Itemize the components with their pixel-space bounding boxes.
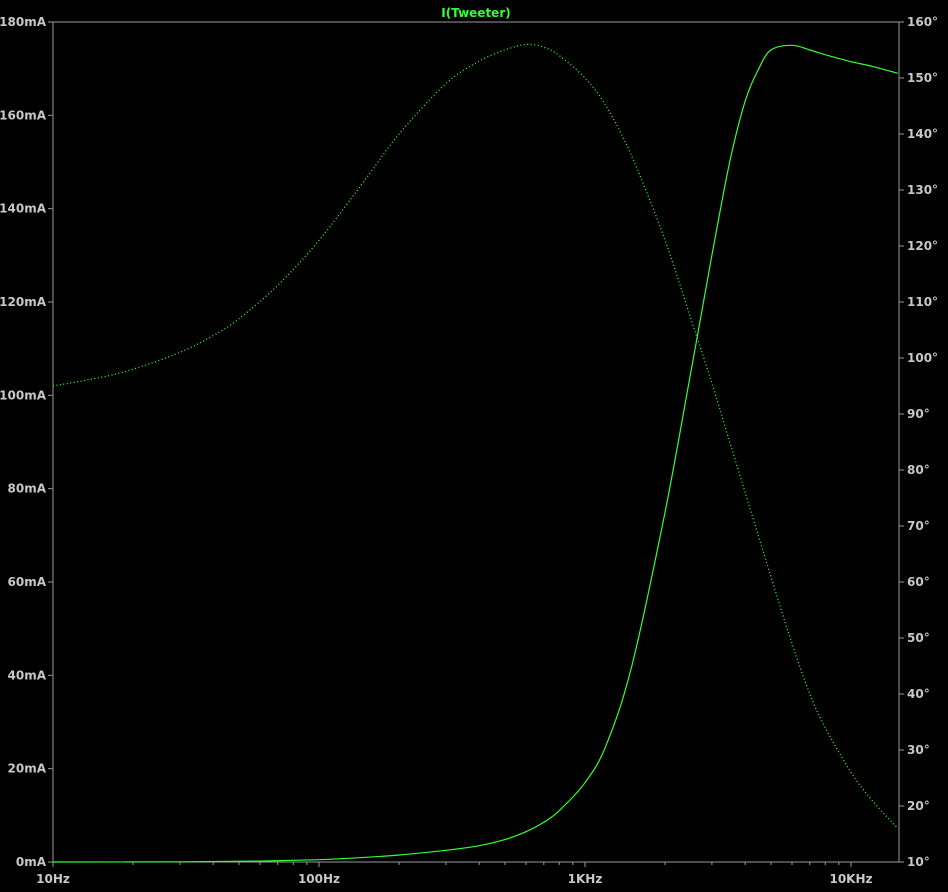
y-right-tick-label: 20° xyxy=(907,799,930,813)
y-right-tick-label: 160° xyxy=(907,15,938,29)
y-left-tick-label: 40mA xyxy=(8,668,47,682)
y-right-tick-label: 120° xyxy=(907,239,938,253)
y-right-tick-label: 100° xyxy=(907,351,938,365)
x-tick-label: 10Hz xyxy=(36,872,70,886)
y-right-tick-label: 40° xyxy=(907,687,930,701)
y-right-tick-label: 50° xyxy=(907,631,930,645)
phase-trace xyxy=(52,43,899,829)
magnitude-trace xyxy=(52,44,898,863)
x-tick-label: 10KHz xyxy=(829,872,872,886)
axis-ticks: 0mA 20mA 40mA 60mA 80mA 100mA 120mA 140mA 160mA 1… xyxy=(0,15,938,886)
y-right-tick-label: 130° xyxy=(907,183,938,197)
y-left-tick-label: 180mA xyxy=(0,15,47,29)
y-right-tick-label: 110° xyxy=(907,295,938,309)
y-left-tick-label: 160mA xyxy=(0,108,47,122)
y-right-tick-label: 70° xyxy=(907,519,930,533)
x-tick-label: 100Hz xyxy=(298,872,340,886)
y-left-tick-label: 140mA xyxy=(0,202,47,216)
x-tick-label: 1KHz xyxy=(568,872,603,886)
y-left-tick-label: 60mA xyxy=(8,575,47,589)
y-right-tick-label: 30° xyxy=(907,743,930,757)
y-right-tick-label: 140° xyxy=(907,127,938,141)
trace-title[interactable]: I(Tweeter) xyxy=(441,6,510,20)
plot-area xyxy=(52,21,900,863)
y-left-tick-label: 120mA xyxy=(0,295,47,309)
y-left-tick-label: 100mA xyxy=(0,388,47,402)
y-left-tick-label: 0mA xyxy=(16,855,47,869)
y-left-tick-label: 20mA xyxy=(8,762,47,776)
y-right-tick-label: 60° xyxy=(907,575,930,589)
bode-plot: I(Tweeter) 0mA 20mA 40mA 60mA 80mA 100mA 120mA… xyxy=(0,6,938,886)
y-right-tick-label: 150° xyxy=(907,71,938,85)
y-left-tick-label: 80mA xyxy=(8,482,47,496)
y-right-tick-label: 10° xyxy=(907,855,930,869)
y-right-tick-label: 80° xyxy=(907,463,930,477)
y-right-tick-label: 90° xyxy=(907,407,930,421)
traces xyxy=(52,43,899,863)
